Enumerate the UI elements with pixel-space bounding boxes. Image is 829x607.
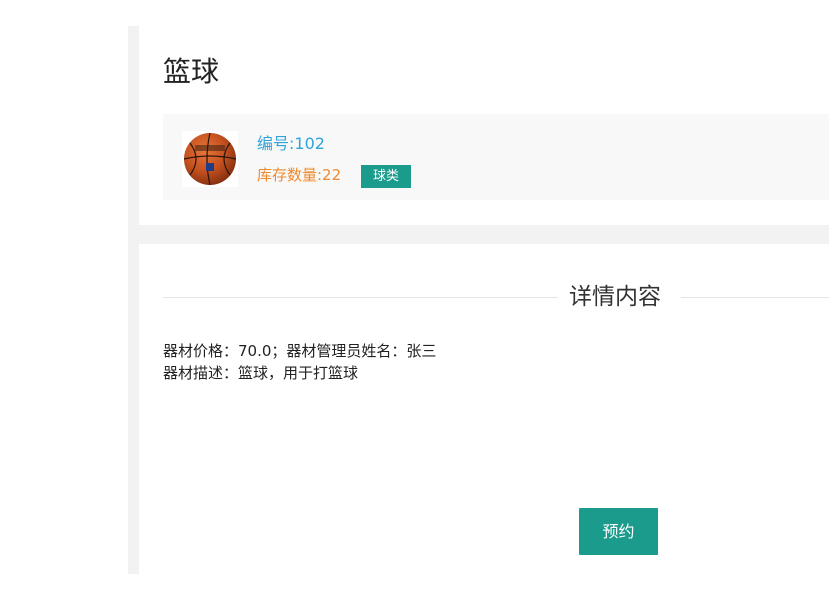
section-divider-right xyxy=(681,297,829,298)
detail-section-title: 详情内容 xyxy=(569,284,661,310)
detail-price-manager: 器材价格：70.0；器材管理员姓名：张三 xyxy=(163,342,437,360)
product-info-box: 编号:102 库存数量:22 球类 xyxy=(163,114,829,200)
reserve-button[interactable]: 预约 xyxy=(579,508,658,555)
section-divider-left xyxy=(163,297,558,298)
detail-card: 详情内容 器材价格：70.0；器材管理员姓名：张三 器材描述：篮球，用于打篮球 … xyxy=(139,244,829,574)
product-stock: 库存数量:22 xyxy=(257,166,342,184)
product-header-card: 篮球 编号:102 库存数量:22 球类 xyxy=(139,26,829,225)
detail-description-text: 器材描述：篮球，用于打篮球 xyxy=(163,364,359,382)
category-tag: 球类 xyxy=(361,165,412,188)
product-code: 编号:102 xyxy=(257,134,325,153)
basketball-image-icon xyxy=(182,131,238,187)
product-title: 篮球 xyxy=(163,55,220,88)
detail-description: 器材价格：70.0；器材管理员姓名：张三 器材描述：篮球，用于打篮球 xyxy=(163,340,436,384)
